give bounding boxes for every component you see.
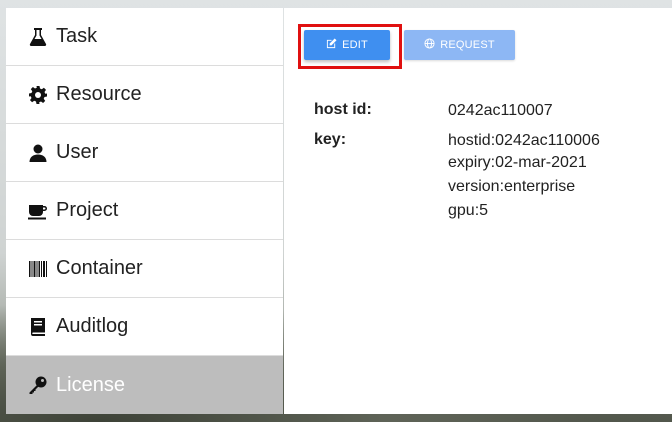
sidebar-item-auditlog[interactable]: Auditlog — [6, 298, 283, 356]
sidebar-item-label: Task — [56, 25, 98, 47]
globe-icon — [424, 38, 435, 52]
license-panel: EDIT REQUEST host id: 0242ac110007 key: … — [284, 8, 672, 414]
key-icon — [28, 375, 48, 395]
key-line: version:enterprise — [448, 178, 576, 195]
key-line: gpu:5 — [448, 202, 489, 219]
sidebar-item-resource[interactable]: Resource — [6, 66, 283, 124]
sidebar-nav: Task Resource User Project Container Aud… — [6, 8, 283, 414]
sidebar-item-label: Container — [56, 257, 143, 279]
sidebar-item-label: Resource — [56, 83, 142, 105]
sidebar-item-user[interactable]: User — [6, 124, 283, 182]
sidebar-item-label: User — [56, 141, 99, 163]
sidebar-item-task[interactable]: Task — [6, 8, 283, 66]
sidebar-item-label: License — [56, 373, 125, 396]
book-icon — [28, 317, 48, 337]
key-line: expiry:02-mar-2021 — [448, 154, 587, 171]
edit-button-label: EDIT — [342, 39, 368, 51]
sidebar-item-label: Project — [56, 199, 119, 221]
sidebar-item-label: Auditlog — [56, 315, 129, 337]
sidebar-item-license[interactable]: License — [6, 356, 283, 414]
sidebar-item-container[interactable]: Container — [6, 240, 283, 298]
key-label: key: — [314, 131, 347, 148]
key-row: key: hostid:0242ac110006 expiry:02-mar-2… — [314, 131, 600, 223]
edit-icon — [326, 38, 337, 52]
flask-icon — [28, 27, 48, 47]
user-icon — [28, 143, 48, 163]
toolbar: EDIT REQUEST — [304, 30, 515, 62]
sidebar-item-project[interactable]: Project — [6, 182, 283, 240]
host-id-label: host id: — [314, 101, 372, 118]
host-id-row: host id: 0242ac110007 — [314, 101, 600, 121]
license-info: host id: 0242ac110007 key: hostid:0242ac… — [314, 101, 600, 233]
barcode-icon — [28, 259, 48, 279]
key-value: hostid:0242ac110006 expiry:02-mar-2021 v… — [448, 131, 600, 223]
key-line: hostid:0242ac110006 — [448, 132, 600, 149]
request-button[interactable]: REQUEST — [404, 30, 515, 60]
host-id-value: 0242ac110007 — [448, 102, 553, 119]
coffee-cup-icon — [28, 201, 48, 221]
request-button-label: REQUEST — [440, 39, 495, 51]
edit-button[interactable]: EDIT — [304, 30, 390, 60]
gear-icon — [28, 85, 48, 105]
